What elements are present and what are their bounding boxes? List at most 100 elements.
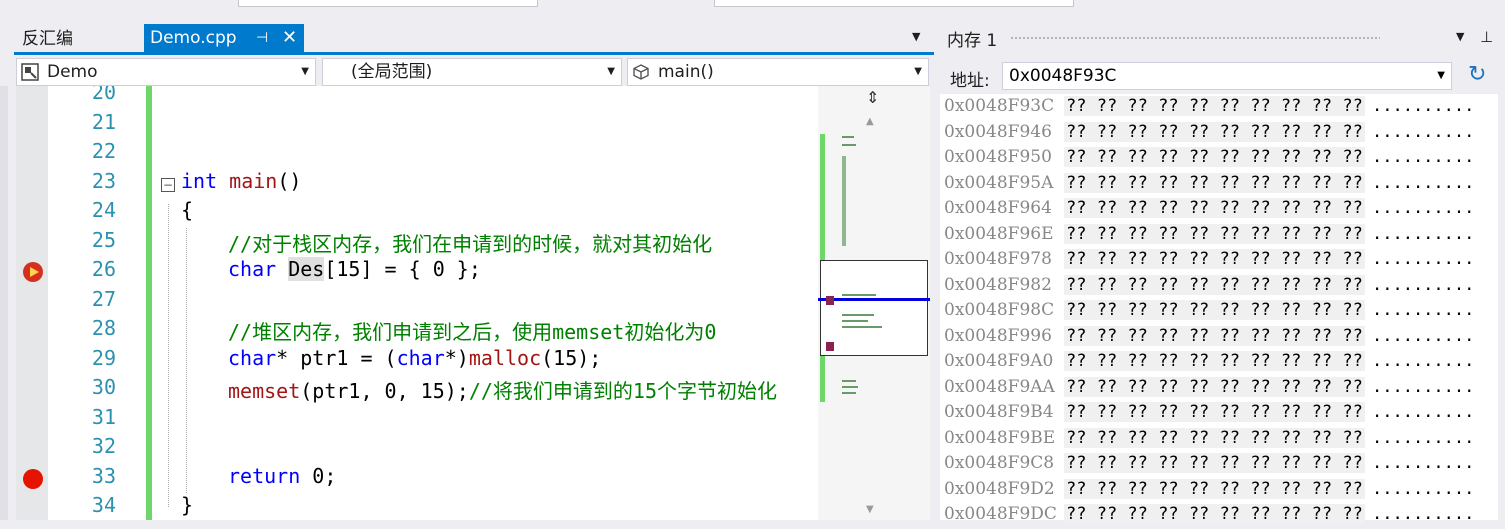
function-dropdown[interactable]: main() ▼ bbox=[627, 58, 929, 86]
memory-address: 0x0048F9B4 bbox=[944, 402, 1054, 422]
comment: //对于栈区内存，我们在申请到的时候，就对其初始化 bbox=[228, 231, 713, 256]
code-text: [15] = { 0 }; bbox=[324, 257, 481, 281]
memory-bytes[interactable]: ?? ?? ?? ?? ?? ?? ?? ?? ?? ?? bbox=[1064, 274, 1365, 295]
vertical-scrollbar[interactable] bbox=[1498, 94, 1505, 520]
tab-underline bbox=[14, 52, 934, 55]
pin-icon[interactable]: ⊣ bbox=[256, 24, 268, 52]
title-grip[interactable] bbox=[1010, 36, 1380, 41]
keyword: char bbox=[228, 257, 277, 281]
comment: //将我们申请到的15个字节初始化 bbox=[468, 379, 777, 403]
code-line[interactable]: return 0; bbox=[228, 464, 336, 488]
minimap-text bbox=[842, 156, 846, 246]
code-line[interactable]: { bbox=[181, 198, 193, 222]
tab-disassembly[interactable]: 反汇编 bbox=[14, 26, 81, 52]
memory-address: 0x0048F978 bbox=[944, 249, 1052, 269]
memory-row[interactable]: 0x0048F9B4 ?? ?? ?? ?? ?? ?? ?? ?? ?? ??.… bbox=[940, 402, 1505, 427]
memory-ascii: .......... bbox=[1372, 198, 1475, 218]
pin-icon[interactable]: ⊥ bbox=[1480, 28, 1493, 46]
address-bar: 地址: 0x0048F93C ▼ ↻ bbox=[940, 54, 1505, 94]
code-line[interactable]: char* ptr1 = (char*)malloc(15); bbox=[228, 346, 601, 370]
memory-row[interactable]: 0x0048F9DC ?? ?? ?? ?? ?? ?? ?? ?? ?? ??.… bbox=[940, 504, 1505, 529]
line-number: 25 bbox=[91, 227, 116, 252]
class-icon bbox=[21, 63, 39, 81]
memory-row[interactable]: 0x0048F98C ?? ?? ?? ?? ?? ?? ?? ?? ?? ??.… bbox=[940, 300, 1505, 325]
memory-bytes[interactable]: ?? ?? ?? ?? ?? ?? ?? ?? ?? ?? bbox=[1064, 402, 1365, 422]
breakpoint-margin[interactable] bbox=[16, 86, 48, 520]
memory-ascii: .......... bbox=[1372, 121, 1475, 142]
memory-bytes[interactable]: ?? ?? ?? ?? ?? ?? ?? ?? ?? ?? bbox=[1064, 300, 1365, 320]
keyword: int bbox=[181, 168, 218, 193]
memory-row[interactable]: 0x0048F93C ?? ?? ?? ?? ?? ?? ?? ?? ?? ??.… bbox=[940, 96, 1505, 121]
tab-demo-cpp[interactable]: Demo.cpp ⊣ ✕ bbox=[144, 24, 304, 52]
memory-row[interactable]: 0x0048F996 ?? ?? ?? ?? ?? ?? ?? ?? ?? ??.… bbox=[940, 325, 1505, 351]
chevron-down-icon[interactable]: ▼ bbox=[1437, 63, 1445, 89]
memory-bytes[interactable]: ?? ?? ?? ?? ?? ?? ?? ?? ?? ?? bbox=[1064, 249, 1365, 269]
code-line[interactable]: char Des[15] = { 0 }; bbox=[228, 257, 481, 281]
project-dropdown[interactable]: Demo ▼ bbox=[16, 58, 316, 86]
memory-bytes[interactable]: ?? ?? ?? ?? ?? ?? ?? ?? ?? ?? bbox=[1064, 96, 1365, 116]
memory-address: 0x0048F9A0 bbox=[944, 351, 1054, 371]
memory-row[interactable]: 0x0048F96E ?? ?? ?? ?? ?? ?? ?? ?? ?? ??.… bbox=[940, 223, 1505, 249]
scroll-down-icon[interactable]: ▼ bbox=[866, 504, 874, 515]
memory-bytes[interactable]: ?? ?? ?? ?? ?? ?? ?? ?? ?? ?? bbox=[1064, 453, 1365, 473]
close-icon[interactable]: ✕ bbox=[282, 24, 297, 52]
memory-ascii: .......... bbox=[1372, 478, 1475, 499]
window-menu-chevron-down-icon[interactable]: ▼ bbox=[1456, 30, 1464, 43]
code-line[interactable]: //对于栈区内存，我们在申请到的时候，就对其初始化 bbox=[228, 228, 712, 257]
minimap-viewport[interactable] bbox=[820, 260, 928, 356]
memory-row[interactable]: 0x0048F950 ?? ?? ?? ?? ?? ?? ?? ?? ?? ??.… bbox=[940, 147, 1505, 172]
toolbar-combo-1[interactable] bbox=[238, 0, 538, 7]
change-tracking-bar bbox=[146, 86, 152, 520]
minimap-text bbox=[842, 380, 856, 382]
toolbar-combo-2[interactable] bbox=[714, 0, 1074, 7]
memory-row[interactable]: 0x0048F9AA ?? ?? ?? ?? ?? ?? ?? ?? ?? ??.… bbox=[940, 376, 1505, 402]
code-line[interactable]: } bbox=[181, 493, 193, 517]
code-text: (ptr1, 0, 15); bbox=[300, 379, 469, 403]
collapse-outline-icon[interactable]: − bbox=[161, 177, 175, 192]
code-line[interactable]: int main() bbox=[181, 169, 301, 193]
scope-dropdown[interactable]: (全局范围) ▼ bbox=[322, 58, 622, 86]
memory-bytes[interactable]: ?? ?? ?? ?? ?? ?? ?? ?? ?? ?? bbox=[1064, 504, 1365, 524]
refresh-icon[interactable]: ↻ bbox=[1468, 62, 1486, 87]
memory-row[interactable]: 0x0048F964 ?? ?? ?? ?? ?? ?? ?? ?? ?? ??.… bbox=[940, 198, 1505, 223]
tab-overflow-chevron-down-icon[interactable]: ▼ bbox=[912, 30, 920, 43]
memory-ascii: .......... bbox=[1372, 402, 1475, 422]
punctuation: { bbox=[181, 198, 194, 222]
minimap-text bbox=[842, 136, 854, 138]
code-line[interactable]: memset(ptr1, 0, 15);//将我们申请到的15个字节初始化 bbox=[228, 375, 777, 404]
memory-bytes[interactable]: ?? ?? ?? ?? ?? ?? ?? ?? ?? ?? bbox=[1064, 478, 1365, 499]
memory-bytes[interactable]: ?? ?? ?? ?? ?? ?? ?? ?? ?? ?? bbox=[1064, 172, 1365, 193]
memory-row[interactable]: 0x0048F9A0 ?? ?? ?? ?? ?? ?? ?? ?? ?? ??.… bbox=[940, 351, 1505, 376]
memory-title: 内存 1 bbox=[947, 31, 998, 51]
memory-bytes[interactable]: ?? ?? ?? ?? ?? ?? ?? ?? ?? ?? bbox=[1064, 147, 1365, 167]
address-input[interactable]: 0x0048F93C ▼ bbox=[1002, 62, 1452, 90]
indent-guide bbox=[186, 227, 187, 493]
memory-bytes[interactable]: ?? ?? ?? ?? ?? ?? ?? ?? ?? ?? bbox=[1064, 351, 1365, 371]
breakpoint-icon[interactable] bbox=[23, 468, 43, 489]
memory-bytes[interactable]: ?? ?? ?? ?? ?? ?? ?? ?? ?? ?? bbox=[1064, 376, 1365, 397]
memory-window: 内存 1 ▼ ⊥ 地址: 0x0048F93C ▼ ↻ 0x0048F93C??… bbox=[940, 22, 1505, 524]
code-line[interactable]: //堆区内存，我们申请到之后，使用memset初始化为0 bbox=[228, 316, 716, 345]
minimap-text bbox=[842, 320, 868, 322]
memory-bytes[interactable]: ?? ?? ?? ?? ?? ?? ?? ?? ?? ?? bbox=[1064, 325, 1365, 346]
line-number: 24 bbox=[91, 198, 116, 222]
memory-row[interactable]: 0x0048F9BE ?? ?? ?? ?? ?? ?? ?? ?? ?? ??.… bbox=[940, 427, 1505, 453]
memory-row[interactable]: 0x0048F95A ?? ?? ?? ?? ?? ?? ?? ?? ?? ??.… bbox=[940, 172, 1505, 198]
memory-bytes[interactable]: ?? ?? ?? ?? ?? ?? ?? ?? ?? ?? bbox=[1064, 198, 1365, 218]
memory-row[interactable]: 0x0048F978 ?? ?? ?? ?? ?? ?? ?? ?? ?? ??.… bbox=[940, 249, 1505, 274]
memory-row[interactable]: 0x0048F982 ?? ?? ?? ?? ?? ?? ?? ?? ?? ??.… bbox=[940, 274, 1505, 300]
memory-bytes[interactable]: ?? ?? ?? ?? ?? ?? ?? ?? ?? ?? bbox=[1064, 427, 1365, 448]
current-statement-arrow-icon[interactable] bbox=[23, 262, 43, 282]
memory-row[interactable]: 0x0048F946 ?? ?? ?? ?? ?? ?? ?? ?? ?? ??.… bbox=[940, 121, 1505, 147]
minimap-scrollbar[interactable]: ⇕ ▲ ▼ bbox=[818, 86, 930, 520]
memory-row[interactable]: 0x0048F9D2 ?? ?? ?? ?? ?? ?? ?? ?? ?? ??.… bbox=[940, 478, 1505, 504]
memory-bytes[interactable]: ?? ?? ?? ?? ?? ?? ?? ?? ?? ?? bbox=[1064, 121, 1365, 142]
memory-ascii: .......... bbox=[1372, 504, 1475, 524]
memory-bytes[interactable]: ?? ?? ?? ?? ?? ?? ?? ?? ?? ?? bbox=[1064, 223, 1365, 244]
minimap-text bbox=[842, 392, 856, 394]
scroll-up-icon[interactable]: ▲ bbox=[866, 116, 874, 127]
split-view-icon[interactable]: ⇕ bbox=[866, 88, 879, 107]
memory-row[interactable]: 0x0048F9C8 ?? ?? ?? ?? ?? ?? ?? ?? ?? ??.… bbox=[940, 453, 1505, 478]
code-editor[interactable]: 20 21 22 23 24 25 26 27 28 29 30 31 32 33 34 int main(… bbox=[16, 86, 818, 520]
